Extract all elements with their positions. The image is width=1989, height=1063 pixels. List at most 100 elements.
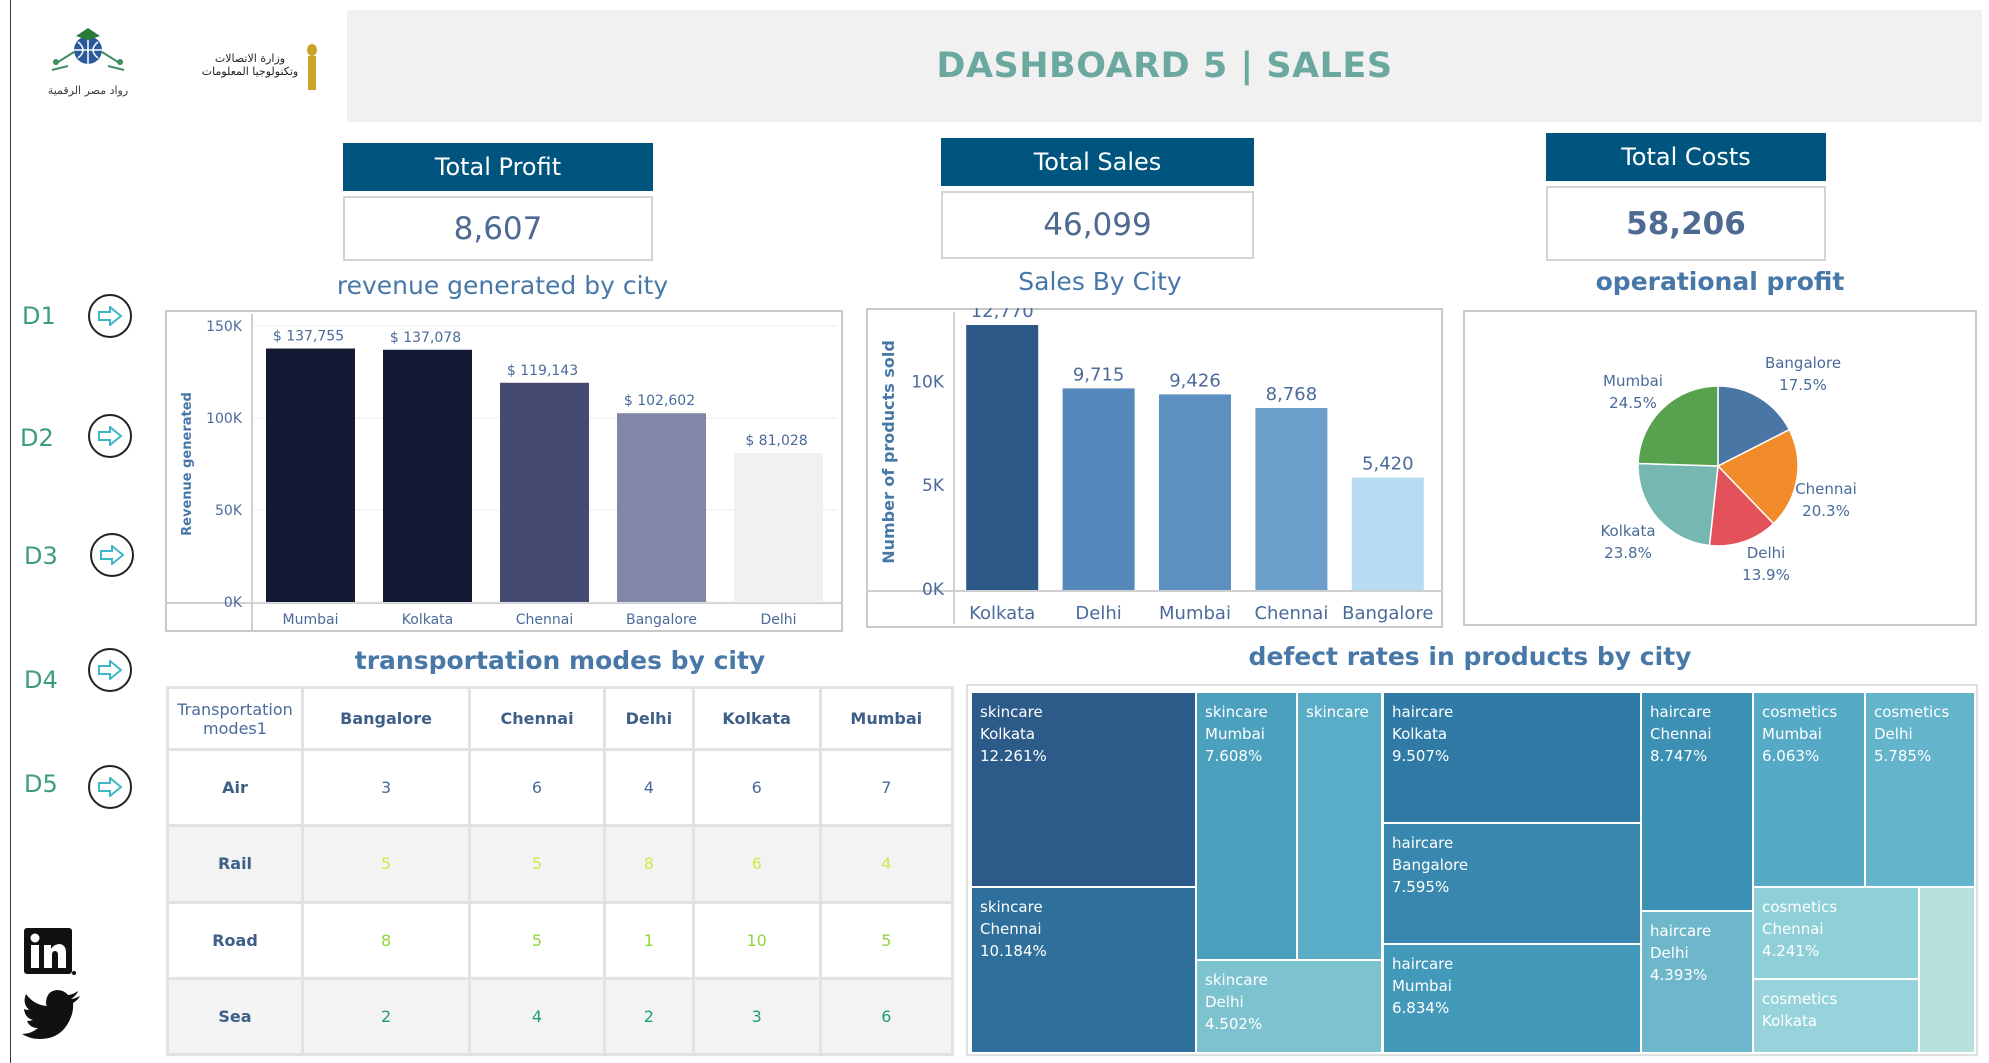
table-col-bangalore: Bangalore (300, 685, 472, 752)
treemap-city: Delhi (1205, 993, 1244, 1011)
treemap-cell: haircare Mumbai 6.834% (1383, 944, 1641, 1053)
treemap-cell: haircare Delhi 4.393% (1641, 911, 1753, 1053)
treemap-category: cosmetics (1874, 703, 1950, 721)
slice-pct-label: 24.5% (1609, 394, 1657, 412)
x-tick-label: Mumbai (283, 612, 339, 628)
table-row: Rail 5 5 8 6 4 (166, 824, 955, 904)
table-row-label: Road (166, 900, 304, 980)
sales-chart: 0K 5K 10K Number of products sold 12,770 Kolk… (866, 308, 1443, 624)
bar (383, 349, 472, 602)
treemap-value: 4.502% (1205, 1015, 1263, 1033)
table-col-chennai: Chennai (468, 685, 606, 752)
treemap-cell: haircare Chennai 8.747% (1641, 692, 1753, 911)
treemap-city: Chennai (1650, 725, 1712, 743)
treemap-cell: cosmetics Kolkata (1753, 979, 1919, 1053)
treemap-cell (1919, 887, 1975, 1053)
nav-label-d3: D3 (24, 542, 58, 570)
table-cell: 4 (602, 748, 695, 828)
bar (734, 452, 823, 602)
table-row: Road 8 5 1 10 5 (166, 900, 955, 980)
treemap-city: Mumbai (1392, 977, 1452, 995)
table-cell: 5 (818, 900, 955, 980)
nav-label-d1: D1 (22, 302, 56, 330)
nav-button-d5[interactable] (88, 765, 132, 809)
y-tick-label: 0K (922, 580, 945, 600)
table-row-label: Rail (166, 824, 304, 904)
nav-button-d3[interactable] (90, 533, 134, 577)
treemap-category: cosmetics (1762, 898, 1838, 916)
data-label: 9,715 (1073, 364, 1125, 385)
table-cell: 8 (300, 900, 472, 980)
treemap-value: 4.393% (1650, 966, 1708, 984)
table-col-kolkata: Kolkata (691, 685, 822, 752)
treemap-cell: haircare Bangalore 7.595% (1383, 823, 1641, 944)
logo-left: رواد مصر الرقمية (38, 22, 138, 104)
transport-title: transportation modes by city (354, 645, 766, 675)
arrow-right-icon (98, 426, 123, 446)
treemap-city: Kolkata (1392, 725, 1448, 743)
kpi-profit-value: 8,607 (343, 196, 653, 261)
table-col-delhi: Delhi (602, 685, 695, 752)
profit-pie-chart: Bangalore 17.5% Chennai 20.3% Delhi 13.9% Kolk… (1600, 354, 1857, 584)
slice-label: Bangalore (1765, 354, 1841, 372)
slice-pct-label: 23.8% (1604, 544, 1652, 562)
table-cell: 2 (300, 976, 472, 1057)
y-tick-label: 10K (911, 372, 945, 392)
profit-title: operational profit (1595, 266, 1845, 296)
treemap-value: 5.785% (1874, 747, 1932, 765)
treemap-category: skincare (1205, 971, 1268, 989)
treemap-value: 12.261% (980, 747, 1047, 765)
nav-button-d4[interactable] (88, 648, 132, 692)
linkedin-icon[interactable] (24, 928, 76, 976)
treemap-category: skincare (1205, 703, 1268, 721)
table-row: Sea 2 4 2 3 6 (166, 976, 955, 1057)
transport-table: Transportation modes1 Bangalore Chennai … (166, 685, 955, 1057)
table-cell: 1 (602, 900, 695, 980)
table-col-mumbai: Mumbai (818, 685, 955, 752)
treemap-cell: skincare Delhi 4.502% (1196, 960, 1382, 1053)
table-cell: 3 (300, 748, 472, 828)
treemap-cell: cosmetics Mumbai 6.063% (1753, 692, 1865, 887)
x-tick-label: Chennai (516, 612, 573, 628)
dashboard-title: DASHBOARD 5 | SALES (936, 46, 1393, 86)
left-border (10, 0, 11, 1063)
bar (617, 413, 706, 602)
data-label: $ 137,755 (273, 329, 344, 345)
table-cell: 8 (602, 824, 695, 904)
nav-button-d1[interactable] (88, 294, 132, 338)
treemap-value: 9.507% (1392, 747, 1450, 765)
nav-button-d2[interactable] (88, 414, 132, 458)
treemap-cell: skincare (1297, 692, 1382, 960)
treemap-category: cosmetics (1762, 990, 1838, 1008)
table-row-label: Air (166, 748, 304, 828)
sales-title: Sales By City (1018, 266, 1182, 296)
treemap-cell: cosmetics Delhi 5.785% (1865, 692, 1975, 887)
table-row: Air 3 6 4 6 7 (166, 748, 955, 828)
treemap-cell: haircare Kolkata 9.507% (1383, 692, 1641, 823)
treemap-cell: skincare Chennai 10.184% (971, 887, 1196, 1053)
treemap-value: 8.747% (1650, 747, 1708, 765)
y-axis-label: Number of products sold (879, 340, 898, 564)
slice-label: Chennai (1795, 480, 1857, 498)
data-label: $ 102,602 (624, 393, 695, 409)
x-tick-label: Bangalore (1342, 603, 1433, 624)
table-cell: 2 (602, 976, 695, 1057)
x-tick-label: Kolkata (969, 603, 1035, 624)
y-tick-label: 150K (206, 319, 243, 335)
y-tick-label: 0K (224, 595, 243, 611)
nav-label-d5: D5 (24, 770, 58, 798)
treemap-category: skincare (1306, 703, 1369, 721)
bar (500, 382, 589, 602)
twitter-icon[interactable] (22, 990, 82, 1042)
data-label: $ 137,078 (390, 330, 461, 346)
x-tick-label: Delhi (760, 612, 796, 628)
treemap-value: 6.834% (1392, 999, 1450, 1017)
treemap-value: 7.608% (1205, 747, 1263, 765)
bar (1255, 408, 1328, 590)
treemap-value: 10.184% (980, 942, 1047, 960)
y-tick-label: 5K (922, 476, 945, 496)
treemap-city: Kolkata (980, 725, 1036, 743)
slice-label: Kolkata (1600, 522, 1655, 540)
nav-label-d2: D2 (20, 424, 54, 452)
slice-label: Delhi (1747, 544, 1786, 562)
